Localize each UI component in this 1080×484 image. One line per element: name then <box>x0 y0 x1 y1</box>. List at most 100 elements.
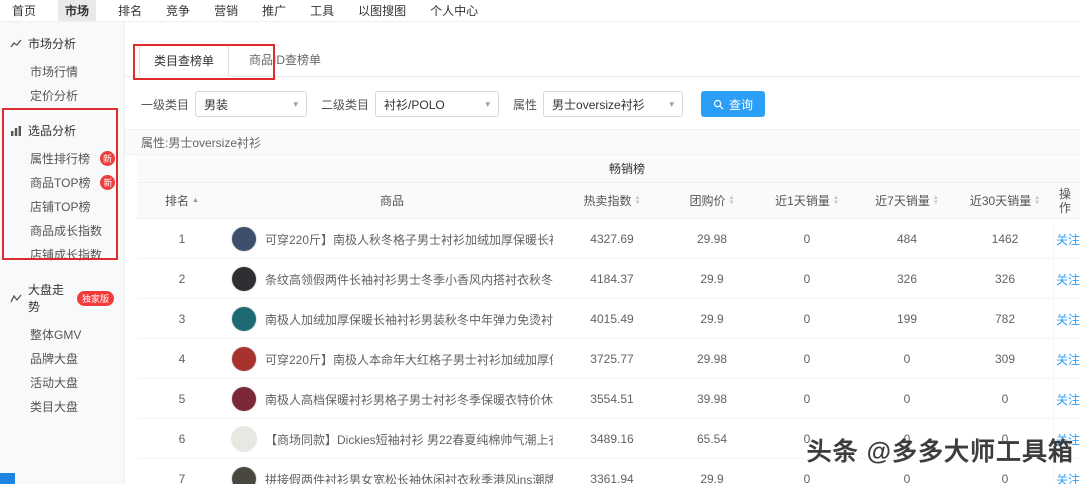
rank-cell: 2 <box>137 272 227 286</box>
product-thumbnail[interactable] <box>231 426 257 452</box>
sidebar-item-label: 店铺TOP榜 <box>30 198 90 215</box>
nav-market[interactable]: 市场 <box>58 0 96 21</box>
level2-category-select[interactable]: 衬衫/POLO ▾ <box>375 91 499 117</box>
sort-icon: ▲▼ <box>933 196 939 206</box>
line-chart-icon <box>10 38 22 50</box>
column-action: 操作 <box>1053 187 1080 215</box>
attribute-select[interactable]: 男士oversize衬衫 ▾ <box>543 91 683 117</box>
product-cell: 可穿220斤】南极人秋冬格子男士衬衫加绒加厚保暖长袖花衬... <box>227 226 557 252</box>
column-label: 热卖指数 <box>584 192 632 209</box>
follow-link[interactable]: 关注 <box>1056 231 1080 248</box>
sidebar-item-category-market[interactable]: 类目大盘 <box>0 394 124 418</box>
column-label: 商品 <box>380 192 404 209</box>
sidebar-item-product-top[interactable]: 商品TOP榜 新 <box>0 170 124 194</box>
action-cell: 关注 <box>1053 259 1080 299</box>
follow-link[interactable]: 关注 <box>1056 271 1080 288</box>
sidebar-item-attribute-ranking[interactable]: 属性排行榜 新 <box>0 146 124 170</box>
sidebar-section-market-analysis[interactable]: 市场分析 <box>0 28 124 59</box>
nav-competition[interactable]: 竞争 <box>164 0 192 21</box>
column-rank[interactable]: 排名 ▲ <box>137 192 227 209</box>
sort-icon: ▲▼ <box>729 196 735 206</box>
table-row: 3 南极人加绒加厚保暖长袖衬衫男装秋冬中年弹力免烫衬衣服休... 4015.49… <box>137 299 1080 339</box>
product-thumbnail[interactable] <box>231 346 257 372</box>
sales-1d-cell: 0 <box>757 312 857 326</box>
column-group-price[interactable]: 团购价 ▲▼ <box>667 192 757 209</box>
new-badge: 新 <box>100 151 115 166</box>
group-price-cell: 29.98 <box>667 352 757 366</box>
product-thumbnail[interactable] <box>231 386 257 412</box>
hot-index-cell: 4327.69 <box>557 232 667 246</box>
hot-index-cell: 4184.37 <box>557 272 667 286</box>
level2-category-label: 二级类目 <box>321 96 369 113</box>
tab-product-id-ranking[interactable]: 商品ID查榜单 <box>235 44 335 76</box>
sidebar-item-market-quotes[interactable]: 市场行情 <box>0 59 124 83</box>
bestseller-header-label: 畅销榜 <box>609 160 645 177</box>
column-sales-1d[interactable]: 近1天销量 ▲▼ <box>757 192 857 209</box>
product-thumbnail[interactable] <box>231 306 257 332</box>
product-thumbnail[interactable] <box>231 466 257 484</box>
sidebar-item-shop-top[interactable]: 店铺TOP榜 <box>0 194 124 218</box>
chevron-down-icon: ▾ <box>486 99 491 110</box>
product-title[interactable]: 【商场同款】Dickies短袖衬衫 男22春夏纯棉帅气潮上衣衬衫0... <box>265 431 553 448</box>
product-title[interactable]: 拼接假两件衬衫男女宽松长袖休闲衬衣秋季港风ins潮牌高领上衣 <box>265 471 553 484</box>
column-label: 近1天销量 <box>775 192 830 209</box>
sidebar-item-label: 商品成长指数 <box>30 222 102 239</box>
column-label: 团购价 <box>690 192 726 209</box>
level1-category-select[interactable]: 男装 ▾ <box>195 91 307 117</box>
sidebar-item-product-growth-index[interactable]: 商品成长指数 <box>0 218 124 242</box>
group-price-cell: 29.9 <box>667 312 757 326</box>
product-thumbnail[interactable] <box>231 266 257 292</box>
follow-link[interactable]: 关注 <box>1056 471 1080 484</box>
action-cell: 关注 <box>1053 339 1080 379</box>
product-title[interactable]: 南极人高档保暖衬衫男格子男士衬衫冬季保暖衣特价休闲上衣... <box>265 391 553 408</box>
select-value: 男士oversize衬衫 <box>552 96 645 113</box>
rank-cell: 6 <box>137 432 227 446</box>
nav-personal-center[interactable]: 个人中心 <box>428 0 480 21</box>
column-sales-7d[interactable]: 近7天销量 ▲▼ <box>857 192 957 209</box>
sidebar: 市场分析 市场行情 定价分析 选品分析 属性排行榜 新 商品TOP榜 新 店铺T… <box>0 22 125 484</box>
table-group-header: 畅销榜 <box>137 155 1080 183</box>
sort-ascending-icon: ▲ <box>192 197 199 204</box>
hot-index-cell: 4015.49 <box>557 312 667 326</box>
product-cell: 南极人加绒加厚保暖长袖衬衫男装秋冬中年弹力免烫衬衣服休... <box>227 306 557 332</box>
sidebar-section-product-selection[interactable]: 选品分析 <box>0 115 124 146</box>
sidebar-item-shop-growth-index[interactable]: 店铺成长指数 <box>0 242 124 266</box>
action-cell: 关注 <box>1053 299 1080 339</box>
product-title[interactable]: 条纹高领假两件长袖衬衫男士冬季小香风内搭衬衣秋冬款高级... <box>265 271 553 288</box>
sidebar-item-activity-market[interactable]: 活动大盘 <box>0 370 124 394</box>
tab-bar: 类目查榜单 商品ID查榜单 <box>125 44 1080 77</box>
follow-link[interactable]: 关注 <box>1056 351 1080 368</box>
sidebar-item-brand-market[interactable]: 品牌大盘 <box>0 346 124 370</box>
column-sales-30d[interactable]: 近30天销量 ▲▼ <box>957 192 1053 209</box>
main-content: 类目查榜单 商品ID查榜单 一级类目 男装 ▾ 二级类目 衬衫/POLO ▾ 属… <box>125 22 1080 484</box>
filter-bar: 一级类目 男装 ▾ 二级类目 衬衫/POLO ▾ 属性 男士oversize衬衫… <box>141 91 1080 117</box>
sidebar-item-overall-gmv[interactable]: 整体GMV <box>0 322 124 346</box>
follow-link[interactable]: 关注 <box>1056 311 1080 328</box>
product-thumbnail[interactable] <box>231 226 257 252</box>
follow-link[interactable]: 关注 <box>1056 391 1080 408</box>
nav-ranking[interactable]: 排名 <box>116 0 144 21</box>
search-button[interactable]: 查询 <box>701 91 765 117</box>
nav-tools[interactable]: 工具 <box>308 0 336 21</box>
product-title[interactable]: 可穿220斤】南极人本命年大红格子男士衬衫加绒加厚保暖长... <box>265 351 553 368</box>
corner-widget <box>0 473 15 484</box>
sidebar-section-market-trend[interactable]: 大盘走势 独家版 <box>0 274 124 322</box>
nav-marketing[interactable]: 营销 <box>212 0 240 21</box>
group-price-cell: 65.54 <box>667 432 757 446</box>
column-hot-index[interactable]: 热卖指数 ▲▼ <box>557 192 667 209</box>
sidebar-item-label: 商品TOP榜 <box>30 174 90 191</box>
new-badge: 新 <box>100 175 115 190</box>
tab-category-ranking[interactable]: 类目查榜单 <box>139 44 229 77</box>
nav-promotion[interactable]: 推广 <box>260 0 288 21</box>
nav-home[interactable]: 首页 <box>10 0 38 21</box>
sales-7d-cell: 0 <box>857 392 957 406</box>
sidebar-item-label: 整体GMV <box>30 326 81 343</box>
top-navigation: 首页 市场 排名 竞争 营销 推广 工具 以图搜图 个人中心 <box>0 0 1080 22</box>
sidebar-item-label: 活动大盘 <box>30 374 78 391</box>
product-title[interactable]: 可穿220斤】南极人秋冬格子男士衬衫加绒加厚保暖长袖花衬... <box>265 231 553 248</box>
nav-image-search[interactable]: 以图搜图 <box>356 0 408 21</box>
sales-7d-cell: 326 <box>857 272 957 286</box>
product-title[interactable]: 南极人加绒加厚保暖长袖衬衫男装秋冬中年弹力免烫衬衣服休... <box>265 311 553 328</box>
selected-attribute-text: 属性:男士oversize衬衫 <box>141 134 261 151</box>
sidebar-item-pricing-analysis[interactable]: 定价分析 <box>0 83 124 107</box>
